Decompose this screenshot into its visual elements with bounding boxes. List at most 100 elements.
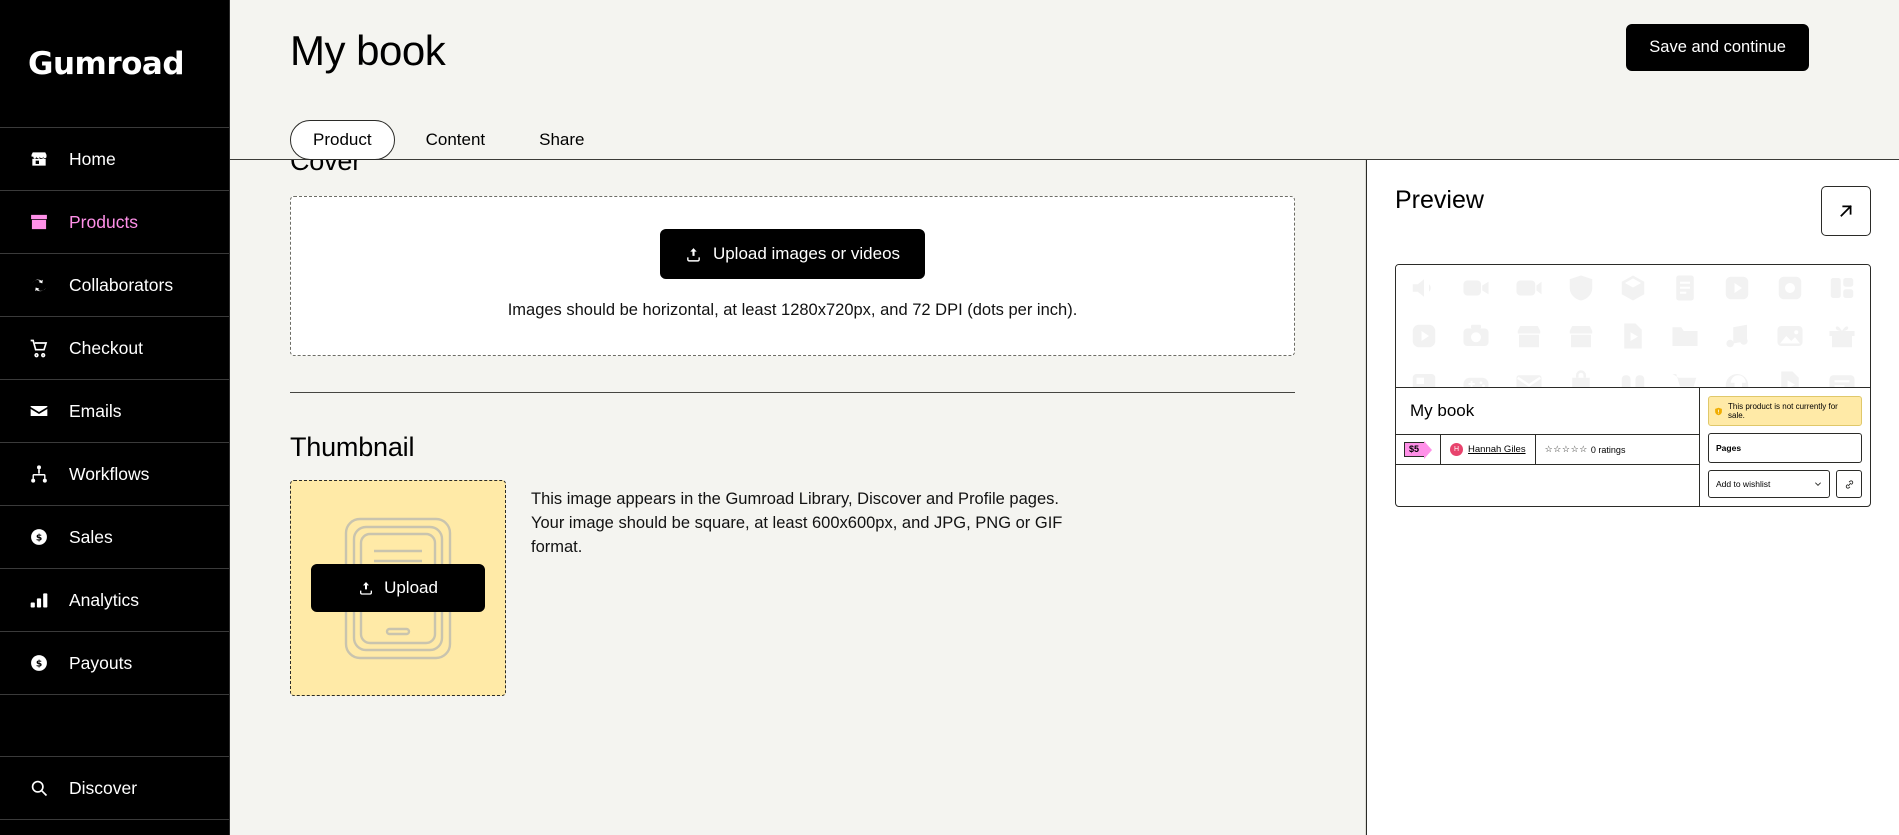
preview-price-tag: $5 [1396,435,1442,464]
folder-icon [1667,319,1703,353]
section-divider [290,392,1295,393]
not-for-sale-banner: This product is not currently for sale. [1708,396,1862,426]
play-icon [1406,319,1442,353]
preview-ratings-count: 0 ratings [1590,444,1626,455]
upload-images-or-videos-button[interactable]: Upload images or videos [659,229,926,279]
preview-expand-button[interactable] [1821,186,1871,236]
headphones-icon [1719,367,1755,387]
upload-icon [360,582,373,595]
cover-hint: Images should be horizontal, at least 12… [507,301,1078,319]
preview-rating: ☆☆☆☆☆ 0 ratings [1536,435,1699,464]
sidebar-item-label: Analytics [69,589,140,610]
brand-name: Gumroad [28,45,185,82]
video-icon [1510,271,1546,305]
sidebar-item-label: Home [69,148,116,169]
camera-icon [1458,319,1494,353]
dollar-coin-icon: $ [28,652,50,674]
sidebar-item-products[interactable]: Products [0,191,229,254]
upload-button-label: Upload images or videos [712,244,901,263]
play-file-icon [1615,319,1651,353]
tab-product[interactable]: Product [290,120,395,160]
box-icon [28,211,50,233]
sidebar-item-sales[interactable]: $ Sales [0,506,229,569]
avatar: H [1450,443,1464,456]
upload-icon [687,247,700,262]
tab-share[interactable]: Share [516,120,607,160]
play-square-icon [1719,271,1755,305]
product-editor: Cover Upload images or videos Images sho… [230,160,1366,835]
brand-logo[interactable]: Gumroad [0,0,229,128]
store-alt-icon [1563,319,1599,353]
cover-dropzone[interactable]: Upload images or videos Images should be… [290,196,1295,356]
tab-content[interactable]: Content [403,120,509,160]
share-link-button[interactable] [1836,470,1862,498]
sidebar-spacer [0,695,229,757]
svg-text:$: $ [36,659,42,670]
preview-purchase-panel: This product is not currently for sale. … [1700,388,1870,506]
store-icon [1510,319,1546,353]
sidebar-item-collaborators[interactable]: Collaborators [0,254,229,317]
preview-panel: Preview My book $5 H Hannah Giles ☆☆☆☆☆ … [1366,160,1899,835]
placeholder-icon-grid [1396,265,1870,387]
pages-field[interactable]: Pages [1708,433,1862,463]
cart-icon [28,337,50,359]
sidebar-item-checkout[interactable]: Checkout [0,317,229,380]
thumbnail-description: This image appears in the Gumroad Librar… [531,490,1063,556]
product-preview-card: My book $5 H Hannah Giles ☆☆☆☆☆ 0 rating… [1395,264,1871,507]
add-to-wishlist-select[interactable]: Add to wishlist [1708,470,1830,498]
page-header: My book Product Content Share Save and c… [230,0,1899,160]
preview-meta-row: $5 H Hannah Giles ☆☆☆☆☆ 0 ratings [1396,434,1699,464]
podcast-icon [1615,367,1651,387]
page-title: My book [290,27,446,74]
save-and-continue-button[interactable]: Save and continue [1626,24,1809,71]
thumbnail-row: Upload This image appears in the Gumroad… [290,480,1295,696]
warning-shield-icon [1715,407,1722,415]
price-tag-shape: $5 [1404,440,1433,459]
gamepad-icon [1458,367,1494,387]
camera-square-icon [1772,271,1808,305]
sidebar: Gumroad Home Products Collaborators Chec [0,0,230,835]
preview-price: $5 [1404,442,1426,457]
collaborators-icon [28,274,50,296]
thumbnail-dropzone[interactable]: Upload [290,480,506,696]
sidebar-item-workflows[interactable]: Workflows [0,443,229,506]
tab-bar: Product Content Share [290,120,608,160]
shield-icon [1563,271,1599,305]
sidebar-item-discover[interactable]: Discover [0,757,229,820]
sidebar-item-label: Workflows [69,463,150,484]
sidebar-item-analytics[interactable]: Analytics [0,569,229,632]
wishlist-row: Add to wishlist [1708,470,1862,498]
cover-section-title: Cover [290,160,362,176]
envelope-icon [28,400,50,422]
search-icon [28,777,50,799]
sidebar-item-label: Products [69,211,139,232]
svg-text:$: $ [36,533,42,544]
layout-icon [1824,271,1860,305]
preview-header: Preview [1395,186,1871,236]
main-area: My book Product Content Share Save and c… [230,0,1899,835]
add-to-wishlist-label: Add to wishlist [1716,479,1771,489]
preview-author[interactable]: H Hannah Giles [1441,435,1536,464]
preview-cover-placeholder [1396,265,1870,387]
speaker-icon [1406,271,1442,305]
link-icon [1845,479,1853,489]
content-row: Cover Upload images or videos Images sho… [230,160,1899,835]
sidebar-item-label: Emails [69,400,122,421]
cart-icon [1667,367,1703,387]
price-tag-notch [1424,440,1433,459]
preview-title: Preview [1395,186,1484,214]
preview-description-area [1396,464,1699,498]
thumbnail-upload-button[interactable]: Upload [311,564,485,612]
box-icon [1615,271,1651,305]
thumbnail-section-title: Thumbnail [290,432,415,462]
sidebar-item-label: Checkout [69,337,143,358]
workflow-icon [28,463,50,485]
preview-product-name: My book [1410,401,1475,420]
sidebar-item-payouts[interactable]: $ Payouts [0,632,229,695]
file-play-icon [1772,367,1808,387]
sidebar-item-home[interactable]: Home [0,128,229,191]
preview-card-body: My book $5 H Hannah Giles ☆☆☆☆☆ 0 rating… [1396,387,1870,506]
sidebar-item-emails[interactable]: Emails [0,380,229,443]
archive-icon [1406,367,1442,387]
app-root: Gumroad Home Products Collaborators Chec [0,0,1899,835]
